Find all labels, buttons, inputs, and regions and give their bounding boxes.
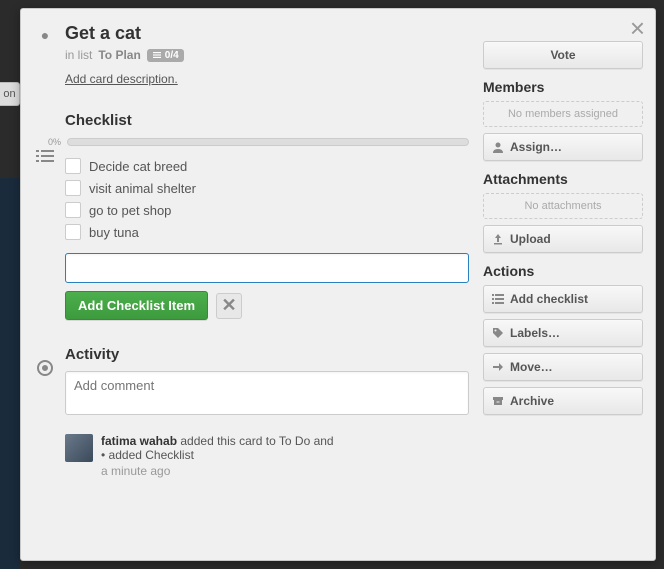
comment-input[interactable] (65, 371, 469, 415)
activity-entry: fatima wahab added this card to To Do an… (65, 434, 469, 478)
vote-button[interactable]: Vote (483, 41, 643, 69)
add-checklist-label: Add checklist (510, 292, 588, 306)
activity-action: added this card to To Do and (180, 434, 333, 448)
activity-icon (33, 359, 57, 382)
archive-label: Archive (510, 394, 554, 408)
activity-subaction: added Checklist (101, 448, 334, 462)
main-column: ● Get a cat in list To Plan 0/4 Add card… (33, 19, 469, 550)
members-heading: Members (483, 79, 643, 95)
no-members-placeholder: No members assigned (483, 101, 643, 127)
checkbox[interactable] (65, 224, 81, 240)
upload-label: Upload (510, 232, 551, 246)
actions-heading: Actions (483, 263, 643, 279)
checklist-item-label: buy tuna (89, 225, 139, 240)
labels-button[interactable]: Labels… (483, 319, 643, 347)
card-title[interactable]: Get a cat (65, 19, 469, 44)
checklist-item[interactable]: buy tuna (65, 221, 469, 243)
add-description-link[interactable]: Add card description. (65, 72, 178, 86)
checklist-icon (33, 147, 57, 168)
assign-button[interactable]: Assign… (483, 133, 643, 161)
background-stripe (0, 178, 20, 569)
move-button[interactable]: Move… (483, 353, 643, 381)
checklist-item-label: visit animal shelter (89, 181, 196, 196)
list-icon (492, 293, 504, 305)
attachments-heading: Attachments (483, 171, 643, 187)
progress-bar (67, 138, 469, 146)
list-prefix: in list (65, 48, 92, 62)
checklist-item[interactable]: go to pet shop (65, 199, 469, 221)
card-dot-icon: ● (33, 27, 57, 43)
card-modal: × ● Get a cat in list To Plan 0/4 Add ca… (20, 8, 656, 561)
checklist-item[interactable]: Decide cat breed (65, 155, 469, 177)
checkbox[interactable] (65, 180, 81, 196)
new-checklist-item-input[interactable] (65, 253, 469, 283)
checklist-items: Decide cat breed visit animal shelter go… (65, 155, 469, 243)
activity-user[interactable]: fatima wahab (101, 434, 177, 448)
activity-heading: Activity (65, 346, 469, 363)
activity-text: fatima wahab added this card to To Do an… (101, 434, 334, 448)
badge-count: 0/4 (165, 50, 179, 61)
arrow-right-icon (492, 361, 504, 373)
tag-icon (492, 327, 504, 339)
no-attachments-placeholder: No attachments (483, 193, 643, 219)
upload-button[interactable]: Upload (483, 225, 643, 253)
move-label: Move… (510, 360, 553, 374)
card-list-line: in list To Plan 0/4 (65, 48, 469, 62)
activity-time: a minute ago (101, 464, 334, 478)
archive-icon (492, 395, 504, 407)
close-icon[interactable]: × (630, 15, 645, 41)
progress-row: 0% (65, 137, 469, 147)
labels-label: Labels… (510, 326, 560, 340)
user-icon (492, 141, 504, 153)
checklist-item[interactable]: visit animal shelter (65, 177, 469, 199)
upload-icon (492, 233, 504, 245)
archive-button[interactable]: Archive (483, 387, 643, 415)
progress-percent: 0% (43, 137, 61, 147)
checkbox[interactable] (65, 202, 81, 218)
checklist-badge: 0/4 (147, 49, 184, 62)
add-checklist-button[interactable]: Add checklist (483, 285, 643, 313)
checklist-item-label: go to pet shop (89, 203, 171, 218)
background-fragment: on (0, 82, 20, 106)
add-checklist-item-button[interactable]: Add Checklist Item (65, 291, 208, 320)
assign-label: Assign… (510, 140, 562, 154)
avatar[interactable] (65, 434, 93, 462)
sidebar: Vote Members No members assigned Assign…… (483, 19, 643, 550)
checklist-item-label: Decide cat breed (89, 159, 187, 174)
checklist-heading: Checklist (65, 112, 469, 129)
cancel-add-item-button[interactable]: ✕ (216, 293, 242, 319)
checkbox[interactable] (65, 158, 81, 174)
list-name[interactable]: To Plan (98, 48, 140, 62)
